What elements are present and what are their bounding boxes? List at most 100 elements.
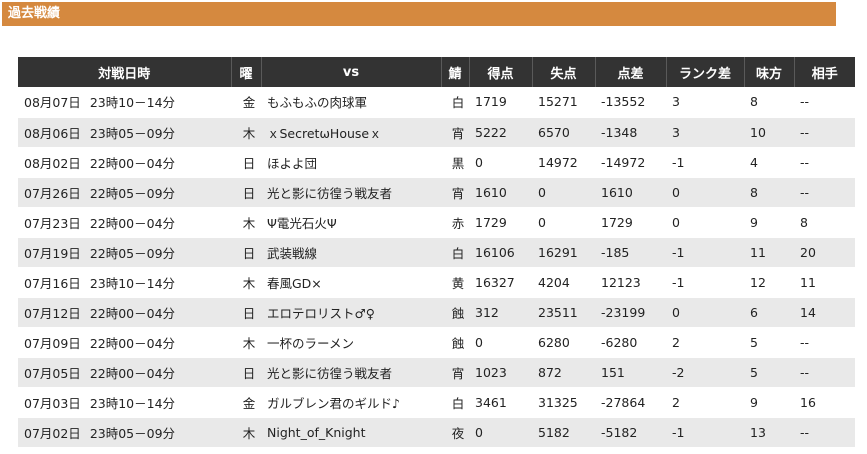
table-row: 08月02日 22時00－04分 日ほよよ団黒 0 14972 -14972 -1 4 -- bbox=[18, 147, 855, 178]
table-row: 07月02日 23時05－09分 木 Night_of_Knight 夜 0 5182 -51… bbox=[18, 417, 855, 448]
cell-enemy: -- bbox=[794, 357, 855, 388]
cell-vs: 一杯のラーメン bbox=[261, 327, 441, 358]
cell-enemy: -- bbox=[794, 87, 855, 118]
cell-datetime: 07月12日 22時00－04分 bbox=[18, 297, 231, 328]
table-row: 07月05日 22時00－04分 日光と影に彷徨う戦友者宵 1023 872 151 -2 5… bbox=[18, 357, 855, 388]
column-header-diff: 点差 bbox=[594, 57, 666, 87]
cell-lost: 0 bbox=[532, 177, 595, 208]
section-title: 過去戦績 bbox=[2, 2, 836, 26]
cell-ally: 8 bbox=[744, 87, 794, 118]
cell-server: 赤 bbox=[441, 207, 469, 238]
cell-lost: 16291 bbox=[532, 237, 595, 268]
cell-diff: -1348 bbox=[595, 117, 666, 148]
cell-lost: 872 bbox=[532, 357, 595, 388]
cell-lost: 0 bbox=[532, 207, 595, 238]
cell-server: 白 bbox=[441, 87, 469, 118]
cell-diff: -23199 bbox=[595, 297, 666, 328]
column-header-date: 対戦日時 bbox=[18, 57, 231, 87]
cell-vs: エロテロリスト♂♀ bbox=[261, 297, 441, 328]
cell-vs: もふもふの肉球軍 bbox=[261, 87, 441, 118]
cell-rank: 0 bbox=[666, 177, 744, 208]
cell-score: 16327 bbox=[469, 267, 532, 298]
cell-date: 07月16日 bbox=[24, 275, 81, 291]
cell-day: 日 bbox=[231, 177, 261, 208]
cell-server: 黄 bbox=[441, 267, 469, 298]
cell-diff: 12123 bbox=[595, 267, 666, 298]
cell-server: 白 bbox=[441, 387, 469, 418]
cell-vs: 光と影に彷徨う戦友者 bbox=[261, 177, 441, 208]
cell-diff: -27864 bbox=[595, 387, 666, 418]
cell-day: 金 bbox=[231, 87, 261, 118]
cell-time: 23時10－14分 bbox=[89, 275, 176, 291]
cell-date: 07月23日 bbox=[24, 215, 81, 231]
cell-rank: 2 bbox=[666, 327, 744, 358]
cell-lost: 23511 bbox=[532, 297, 595, 328]
cell-datetime: 07月05日 22時00－04分 bbox=[18, 357, 231, 388]
cell-rank: 2 bbox=[666, 387, 744, 418]
column-header-enemy: 相手 bbox=[793, 57, 855, 87]
cell-date: 07月05日 bbox=[24, 365, 81, 381]
cell-enemy: -- bbox=[794, 327, 855, 358]
cell-vs: 武装戦線 bbox=[261, 237, 441, 268]
table-row: 07月19日 22時05－09分 日武装戦線白 16106 16291 -185 -1 11 2… bbox=[18, 237, 855, 268]
column-header-vs: vs bbox=[260, 57, 441, 87]
cell-date: 08月06日 bbox=[24, 125, 81, 141]
cell-vs: 光と影に彷徨う戦友者 bbox=[261, 357, 441, 388]
cell-enemy: 16 bbox=[794, 387, 855, 418]
cell-datetime: 07月16日 23時10－14分 bbox=[18, 267, 231, 298]
cell-day: 木 bbox=[231, 417, 261, 448]
cell-time: 22時05－09分 bbox=[89, 245, 176, 261]
cell-lost: 6280 bbox=[532, 327, 595, 358]
cell-ally: 8 bbox=[744, 177, 794, 208]
cell-rank: -1 bbox=[666, 147, 744, 178]
cell-score: 1023 bbox=[469, 357, 532, 388]
cell-server: 蝕 bbox=[441, 327, 469, 358]
cell-day: 日 bbox=[231, 297, 261, 328]
cell-date: 07月03日 bbox=[24, 395, 81, 411]
cell-datetime: 08月02日 22時00－04分 bbox=[18, 147, 231, 178]
cell-date: 07月26日 bbox=[24, 185, 81, 201]
table-row: 08月06日 23時05－09分木 ｘSecretωHouseｘ 宵 5222 6570-… bbox=[18, 117, 855, 148]
cell-time: 23時05－09分 bbox=[89, 425, 176, 441]
cell-datetime: 08月06日 23時05－09分 bbox=[18, 117, 231, 148]
cell-date: 08月02日 bbox=[24, 155, 81, 171]
column-header-server: 鯖 bbox=[440, 57, 469, 87]
cell-ally: 10 bbox=[744, 117, 794, 148]
cell-rank: 0 bbox=[666, 297, 744, 328]
cell-score: 0 bbox=[469, 327, 532, 358]
cell-lost: 4204 bbox=[532, 267, 595, 298]
cell-server: 宵 bbox=[441, 177, 469, 208]
cell-score: 1719 bbox=[469, 87, 532, 118]
cell-enemy: -- bbox=[794, 177, 855, 208]
cell-time: 23時05－09分 bbox=[89, 125, 176, 141]
cell-day: 木 bbox=[231, 117, 261, 148]
column-header-rank-diff: ランク差 bbox=[665, 57, 744, 87]
cell-lost: 31325 bbox=[532, 387, 595, 418]
cell-ally: 5 bbox=[744, 357, 794, 388]
cell-datetime: 07月23日 22時00－04分 bbox=[18, 207, 231, 238]
cell-date: 07月02日 bbox=[24, 425, 81, 441]
cell-enemy: -- bbox=[794, 147, 855, 178]
cell-rank: -1 bbox=[666, 267, 744, 298]
cell-datetime: 07月02日 23時05－09分 bbox=[18, 417, 231, 448]
cell-vs: 春風GD× bbox=[261, 267, 441, 298]
cell-day: 日 bbox=[231, 357, 261, 388]
cell-time: 22時00－04分 bbox=[89, 335, 176, 351]
cell-lost: 15271 bbox=[532, 87, 595, 118]
cell-datetime: 07月19日 22時05－09分 bbox=[18, 237, 231, 268]
cell-enemy: 11 bbox=[794, 267, 855, 298]
cell-day: 日 bbox=[231, 237, 261, 268]
cell-score: 312 bbox=[469, 297, 532, 328]
cell-day: 日 bbox=[231, 147, 261, 178]
cell-enemy: 14 bbox=[794, 297, 855, 328]
cell-date: 07月19日 bbox=[24, 245, 81, 261]
cell-server: 蝕 bbox=[441, 297, 469, 328]
cell-rank: -1 bbox=[666, 237, 744, 268]
cell-diff: 1610 bbox=[595, 177, 666, 208]
cell-datetime: 07月09日 22時00－04分 bbox=[18, 327, 231, 358]
cell-rank: 3 bbox=[666, 87, 744, 118]
cell-vs: Ψ電光石火Ψ bbox=[261, 207, 441, 238]
cell-server: 宵 bbox=[441, 117, 469, 148]
cell-datetime: 07月03日 23時10－14分 bbox=[18, 387, 231, 418]
cell-score: 16106 bbox=[469, 237, 532, 268]
